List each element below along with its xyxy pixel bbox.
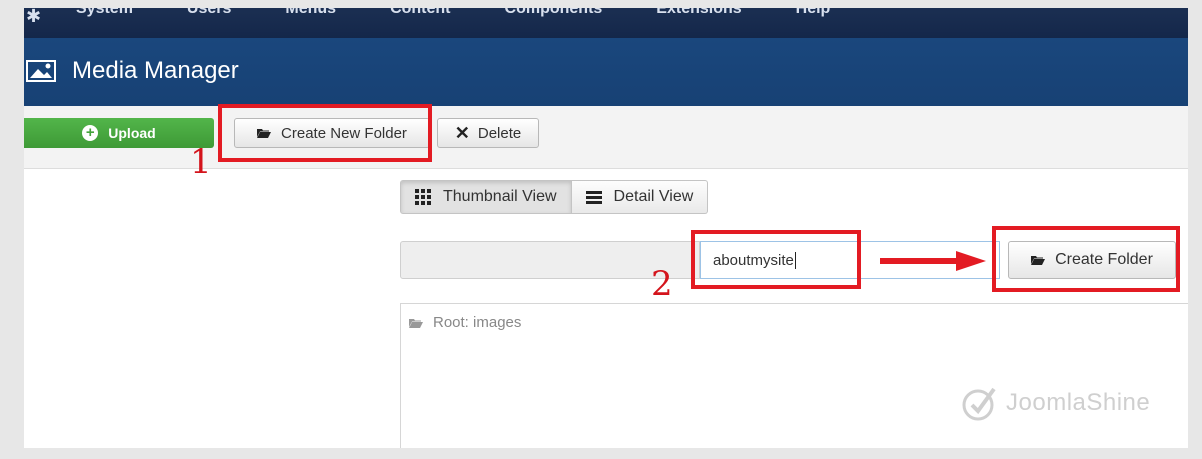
close-icon: ✕ [454,122,470,143]
upload-label: Upload [108,125,156,141]
app-frame: ✱ System Users Menus Content Components … [24,8,1188,448]
nav-item-content[interactable]: Content [390,8,450,18]
step-number-1: 1 [190,142,212,182]
arrow-right-icon [880,251,986,271]
upload-button[interactable]: + Upload [24,118,214,148]
joomlashine-watermark: JoomlaShine [960,383,1150,423]
folder-icon [409,318,423,328]
page-title: Media Manager [72,57,239,84]
list-icon [585,190,602,204]
joomla-logo-icon: ✱ [26,8,42,26]
media-browser: Root: images [400,303,1188,448]
joomlashine-logo-icon [962,387,996,421]
page-header: Media Manager [24,38,1188,106]
highlight-folder-name [691,230,861,289]
delete-button[interactable]: ✕ Delete [437,118,539,148]
nav-item-users[interactable]: Users [187,8,231,18]
step-number-2: 2 [651,264,673,304]
root-folder[interactable]: Root: images [409,314,521,331]
nav-item-system[interactable]: System [76,8,133,18]
top-navigation: ✱ System Users Menus Content Components … [24,8,1188,38]
detail-view-button[interactable]: Detail View [571,180,709,214]
nav-item-components[interactable]: Components [505,8,603,18]
view-toggle: Thumbnail View Detail View [400,180,709,214]
nav-item-menus[interactable]: Menus [285,8,336,18]
root-folder-label: Root: images [433,314,522,331]
watermark-text: JoomlaShine [1006,389,1151,416]
highlight-create-new-folder [218,104,432,162]
plus-circle-icon: + [82,125,99,141]
thumbnail-view-label: Thumbnail View [443,188,557,205]
detail-view-label: Detail View [613,188,694,205]
nav-item-help[interactable]: Help [796,8,831,18]
grid-icon [415,189,431,205]
delete-label: Delete [477,124,522,142]
image-icon [26,60,56,82]
nav-item-extensions[interactable]: Extensions [656,8,741,18]
highlight-create-folder-button [992,226,1180,292]
thumbnail-view-button[interactable]: Thumbnail View [400,180,572,214]
